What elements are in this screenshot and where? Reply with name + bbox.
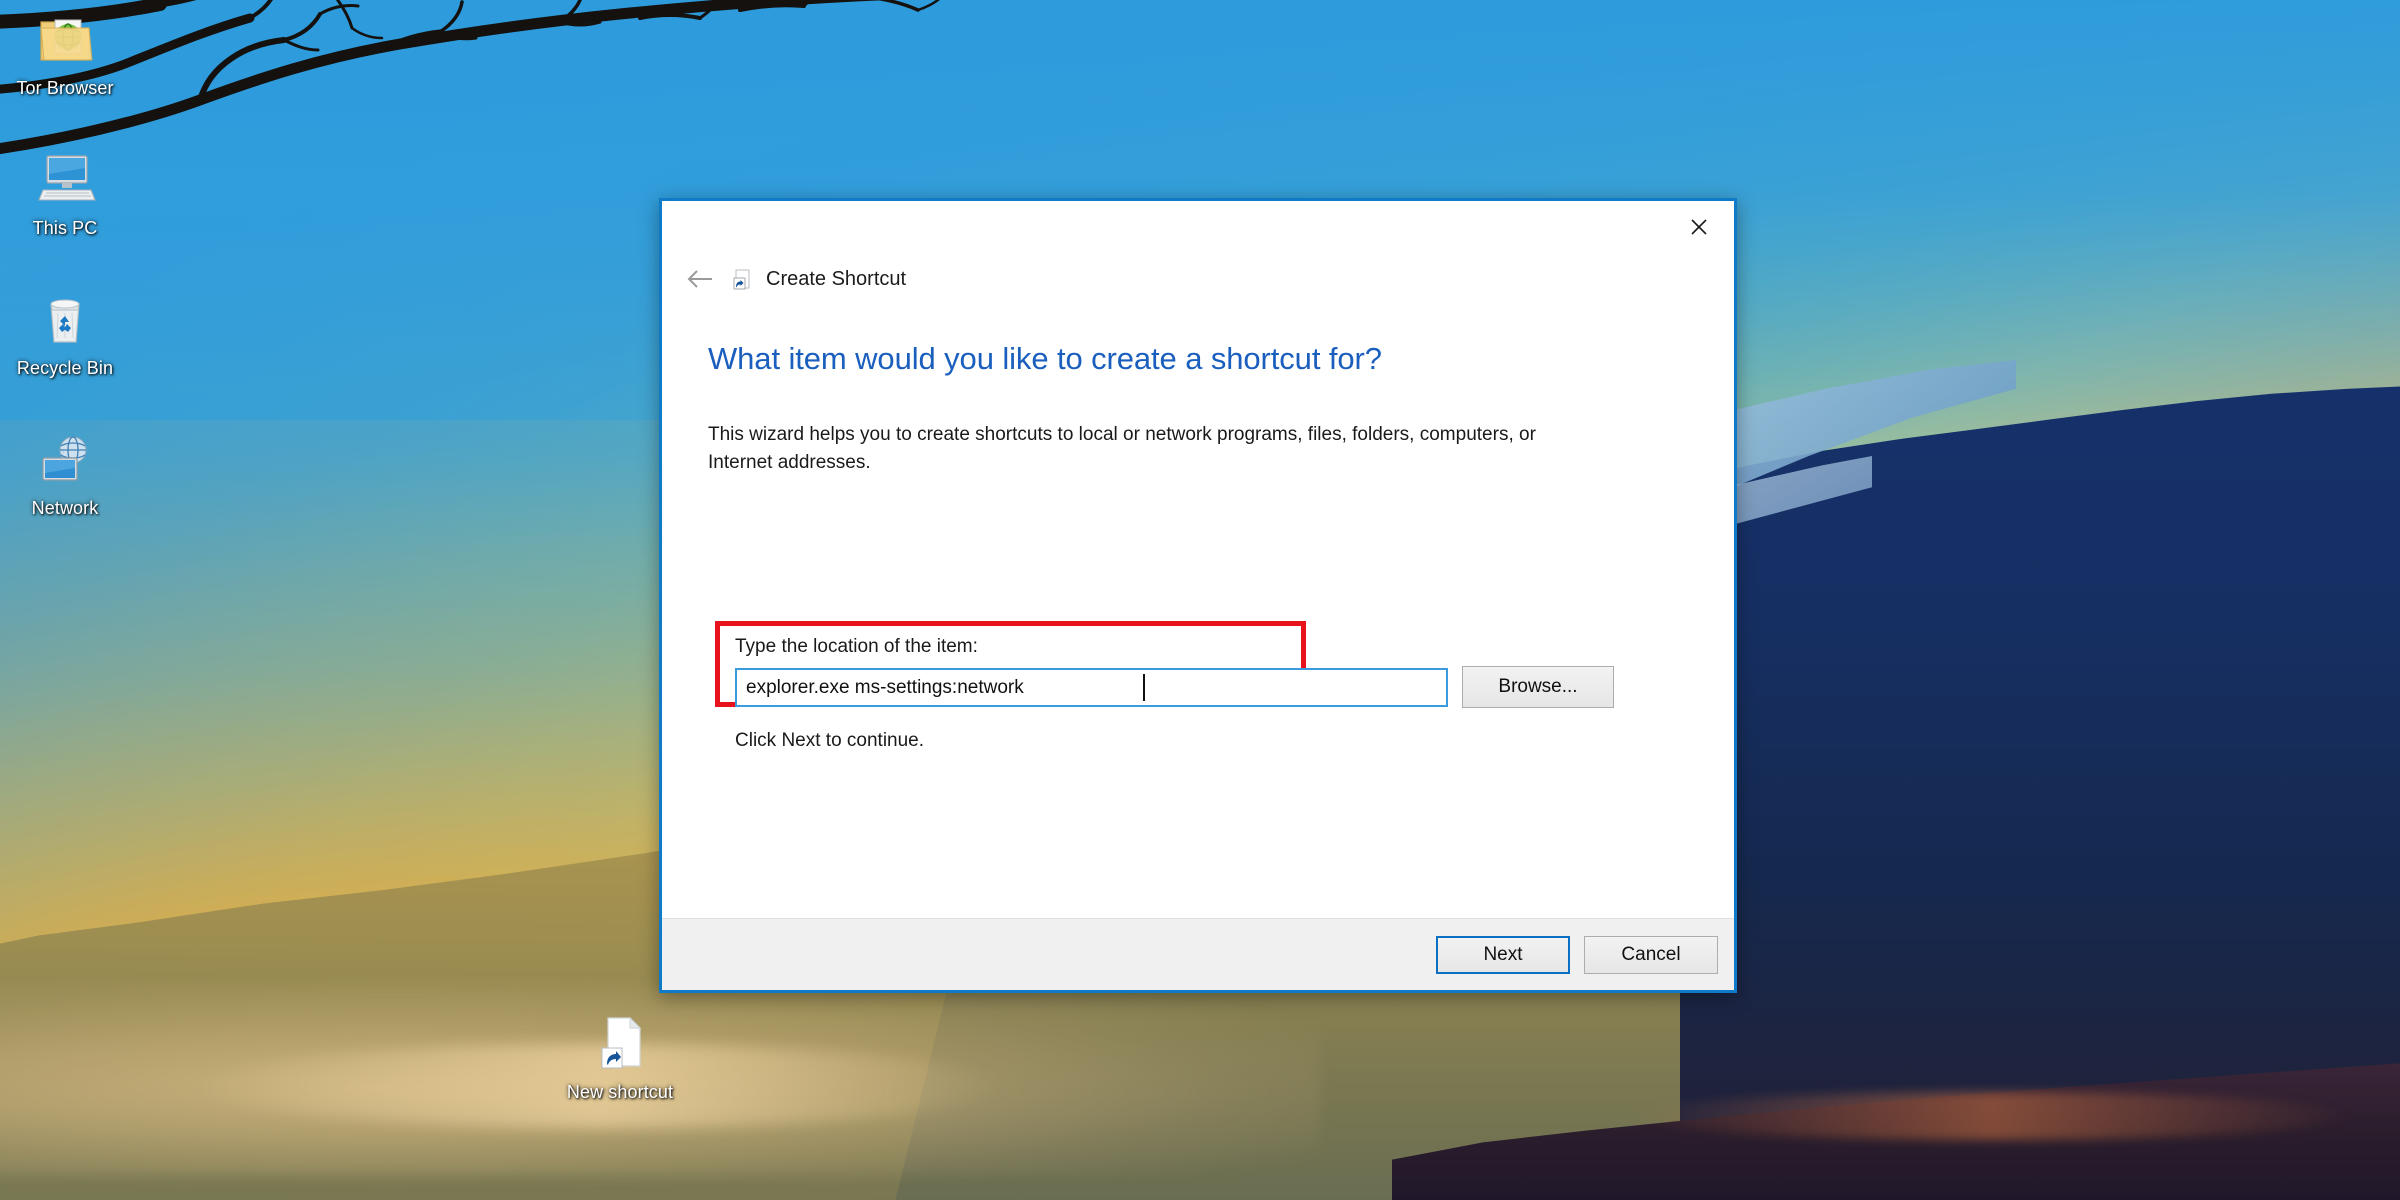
close-button[interactable] <box>1664 201 1734 253</box>
dialog-titlebar[interactable] <box>662 201 1734 253</box>
desktop-icon-tor-browser[interactable]: Tor Browser <box>0 8 130 99</box>
desktop-screen: Tor Browser This PC Recycle Bin Network … <box>0 0 2400 1200</box>
desktop-icon-recycle-bin[interactable]: Recycle Bin <box>0 288 130 379</box>
dialog-nav-title: Create Shortcut <box>766 267 907 290</box>
desktop-icon-this-pc[interactable]: This PC <box>0 148 130 239</box>
desktop-icon-label: Network <box>31 498 99 518</box>
shortcut-icon <box>732 268 754 290</box>
browse-button[interactable]: Browse... <box>1462 666 1614 708</box>
text-caret <box>1143 674 1145 701</box>
dialog-body: What item would you like to create a sho… <box>662 293 1734 918</box>
recycle-bin-icon <box>29 288 101 352</box>
dialog-description: This wizard helps you to create shortcut… <box>708 424 1536 473</box>
next-button[interactable]: Next <box>1436 935 1570 974</box>
location-field-label: Type the location of the item: <box>735 636 978 657</box>
back-button[interactable] <box>684 262 718 296</box>
cancel-button[interactable]: Cancel <box>1584 935 1718 974</box>
create-shortcut-dialog: Create Shortcut What item would you like… <box>659 198 1737 993</box>
computer-icon <box>29 148 101 212</box>
desktop-icon-label: New shortcut <box>566 1082 674 1102</box>
folder-globe-icon <box>29 8 101 72</box>
desktop-icon-label: Tor Browser <box>16 78 114 98</box>
close-icon <box>1691 219 1707 235</box>
desktop-icon-label: This PC <box>32 218 98 238</box>
desktop-icon-label: Recycle Bin <box>16 358 114 378</box>
dialog-footer: Next Cancel <box>662 918 1734 990</box>
location-input[interactable] <box>735 668 1448 707</box>
desktop-icon-network[interactable]: Network <box>0 428 130 519</box>
page-title: What item would you like to create a sho… <box>708 341 1382 376</box>
back-arrow-icon <box>687 270 712 288</box>
dialog-hint: Click Next to continue. <box>735 730 925 751</box>
desktop-icon-new-shortcut[interactable]: New shortcut <box>530 1012 710 1103</box>
network-icon <box>29 428 101 492</box>
shortcut-file-icon <box>584 1012 656 1076</box>
